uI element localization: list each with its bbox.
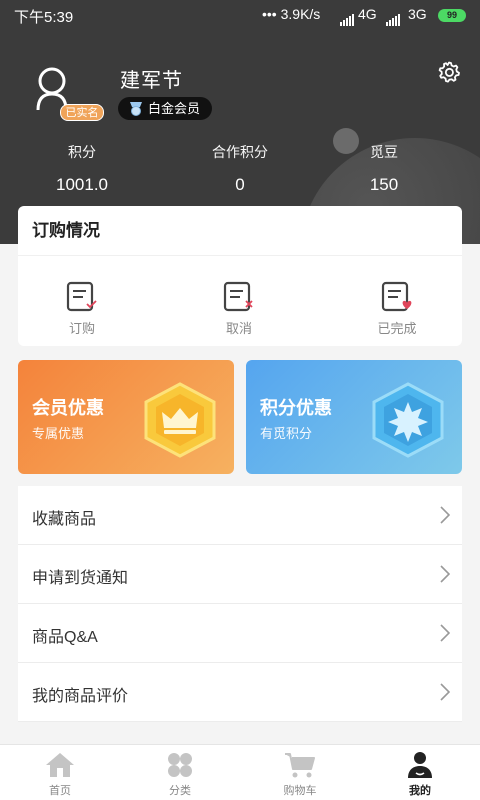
order-item-cancelled[interactable]: 取消 [194,280,284,337]
dots-icon: ••• [262,6,277,22]
promo-title: 积分优惠 [260,398,332,418]
stat-points[interactable]: 积分 1001.0 [22,142,142,195]
medal-icon [130,102,142,116]
signal-icon [340,9,355,26]
order-done-icon [381,281,412,312]
crown-icon [144,382,216,458]
chevron-right-icon [440,565,450,583]
star-badge-icon [372,382,444,458]
cart-icon [285,753,315,778]
menu-item-label: 我的商品评价 [32,688,129,705]
category-icon [168,753,192,777]
order-item-label: 取消 [225,321,252,336]
menu-item-my-reviews[interactable]: 我的商品评价 [18,663,462,722]
promo-subtitle: 有觅积分 [260,426,313,441]
nav-label: 分类 [169,785,191,797]
order-check-icon [66,281,97,312]
status-bar: 下午5:39 ••• 3.9K/s 4G 3G 99 [0,0,480,30]
menu-item-label: 商品Q&A [32,629,98,646]
order-cancel-icon [223,281,253,312]
username: 建军节 [120,70,183,92]
stat-label: 合作积分 [212,144,268,160]
menu-item-favorites[interactable]: 收藏商品 [18,486,462,545]
stat-label: 觅豆 [370,144,398,160]
settings-gear-icon[interactable] [437,60,461,84]
member-level-label: 白金会员 [148,101,201,116]
nav-label: 首页 [49,785,71,797]
order-item-label: 订购 [68,321,95,336]
order-item-ordered[interactable]: 订购 [37,280,127,337]
stat-beans[interactable]: 觅豆 150 [324,142,444,195]
promo-title: 会员优惠 [32,398,104,418]
member-level-badge[interactable]: 白金会员 [118,97,213,120]
stat-coop-points[interactable]: 合作积分 0 [180,142,300,195]
status-time: 下午5:39 [14,9,74,26]
signal-icon-2 [386,9,401,26]
nav-mine[interactable]: 我的 [380,751,460,798]
menu-item-label: 申请到货通知 [32,570,129,587]
menu-item-product-qa[interactable]: 商品Q&A [18,604,462,663]
order-item-completed[interactable]: 已完成 [352,280,442,337]
stat-value: 150 [369,175,399,194]
nav-home[interactable]: 首页 [20,751,100,798]
home-icon [46,753,74,777]
status-network-speed: ••• 3.9K/s [262,6,320,22]
chevron-right-icon [440,683,450,701]
bottom-nav: 首页 分类 购物车 我的 [0,744,480,800]
stat-value: 0 [235,175,245,194]
stat-value: 1001.0 [56,175,108,194]
nav-label: 我的 [409,785,431,797]
nav-category[interactable]: 分类 [140,751,220,798]
chevron-right-icon [440,506,450,524]
menu-item-label: 收藏商品 [32,511,97,528]
menu-item-restock-notice[interactable]: 申请到货通知 [18,545,462,604]
promo-subtitle: 专属优惠 [32,426,85,441]
promo-member-discount[interactable]: 会员优惠 专属优惠 [18,360,234,474]
user-icon [408,752,432,778]
order-card-title: 订购情况 [18,206,462,256]
chevron-right-icon [440,624,450,642]
battery-icon: 99 [438,9,466,22]
menu-list: 收藏商品 申请到货通知 商品Q&A 我的商品评价 [18,486,462,722]
network-type-2: 3G [408,6,427,22]
order-status-card: 订购情况 订购 取消 已完成 [18,206,462,346]
nav-cart[interactable]: 购物车 [260,751,340,798]
order-item-label: 已完成 [377,321,417,336]
network-speed-value: 3.9K/s [280,6,321,22]
stat-label: 积分 [68,144,96,160]
nav-label: 购物车 [283,785,317,797]
promo-points-discount[interactable]: 积分优惠 有觅积分 [246,360,462,474]
network-type-1: 4G [358,6,377,22]
verified-badge: 已实名 [60,104,104,121]
